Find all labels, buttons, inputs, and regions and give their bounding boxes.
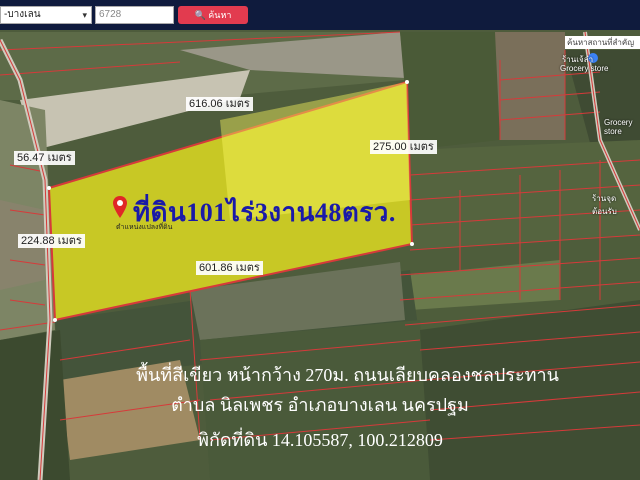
parcel-corner [53,318,57,322]
listing-coordinates: พิกัดที่ดิน 14.105587, 100.212809 [197,430,443,450]
parcel-number-input[interactable]: 6728 [95,6,174,24]
field [400,32,500,150]
district-select-value: -บางเลน [4,9,41,20]
measurement-right: 275.00 เมตร [370,140,437,154]
listing-title: ที่ดิน101ไร่3งาน48ตรว. [133,198,396,227]
location-pin-icon [113,196,127,218]
search-button[interactable]: 🔍 ค้นหา [178,6,248,24]
search-button-label: ค้นหา [208,10,232,20]
search-icon: 🔍 [194,10,206,20]
poi-label[interactable]: Grocery store [604,118,640,136]
poi-label[interactable]: ร้านจุดต้อนรับ [592,192,640,218]
field [495,32,565,140]
top-toolbar: -บางเลน ▾ 6728 🔍 ค้นหา [0,0,640,30]
parcel-corner [410,242,414,246]
parcel-corner [405,80,409,84]
pin-label: ตำแหน่งแปลงที่ดิน [116,224,173,231]
chevron-down-icon: ▾ [82,10,87,20]
poi-search-box[interactable]: ค้นหาสถานที่สำคัญ [565,36,640,49]
listing-location: ตำบล นิลเพชร อำเภอบางเลน นครปฐม [171,395,469,415]
district-select[interactable]: -บางเลน ▾ [0,6,92,24]
parcel-corner [47,186,51,190]
measurement-top: 616.06 เมตร [186,97,253,111]
measurement-bottom: 601.86 เมตร [196,261,263,275]
poi-label[interactable]: Grocery store [560,64,608,73]
measurement-left-lower: 224.88 เมตร [18,234,85,248]
measurement-left-upper: 56.47 เมตร [14,151,75,165]
listing-description: พื้นที่สีเขียว หน้ากว้าง 270ม. ถนนเลียบค… [136,365,559,385]
